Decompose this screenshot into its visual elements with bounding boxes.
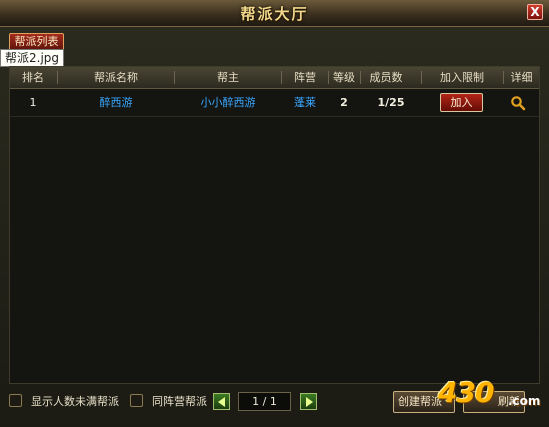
column-header-guild-name: 帮派名称 [94,71,138,84]
title-bar: 帮派大厅 X [0,0,549,27]
column-header-details: 详细 [510,71,533,84]
close-button[interactable]: X [527,4,543,20]
column-header-level: 等级 [333,71,355,84]
checkbox-same-faction[interactable] [130,394,143,407]
row-leader[interactable]: 小小醉西游 [175,90,281,116]
window-title: 帮派大厅 [240,5,309,23]
table-header: 排名 帮派名称 帮主 阵营 等级 成员数 加入限制 详细 [10,67,539,89]
join-button[interactable]: 加入 [440,93,483,112]
column-header-members: 成员数 [369,71,403,84]
prev-page-button[interactable] [213,393,230,410]
arrow-right-icon [306,397,313,407]
next-page-button[interactable] [300,393,317,410]
column-header-leader: 帮主 [217,71,239,84]
column-header-join-limit: 加入限制 [440,71,484,84]
watermark-text: 430 [438,376,494,409]
row-rank: 1 [29,96,37,109]
row-level: 2 [340,96,348,109]
magnifier-icon[interactable] [510,95,526,111]
watermark-suffix: .com [508,394,541,408]
arrow-left-icon [218,397,225,407]
page-indicator: 1 / 1 [238,392,291,411]
column-header-rank: 排名 [22,71,44,84]
checkbox-show-not-full[interactable] [9,394,22,407]
guild-list-panel: 排名 帮派名称 帮主 阵营 等级 成员数 加入限制 详细 1 醉西游 小小醉西游… [9,66,540,384]
guild-hall-window: 帮派大厅 X 帮派列表 帮派2.jpg 排名 帮派名称 帮主 阵营 等级 成员数… [0,0,549,427]
label-show-not-full: 显示人数未满帮派 [31,395,119,408]
site-watermark-logo: 430 .com [438,376,546,416]
row-members: 1/25 [377,96,405,109]
row-guild-name[interactable]: 醉西游 [58,90,174,116]
column-header-faction: 阵营 [294,71,316,84]
table-row[interactable]: 1 醉西游 小小醉西游 蓬莱 2 1/25 加入 [10,90,539,117]
label-same-faction: 同阵营帮派 [152,395,207,408]
filename-tooltip: 帮派2.jpg [0,49,64,67]
row-faction: 蓬莱 [294,96,316,109]
